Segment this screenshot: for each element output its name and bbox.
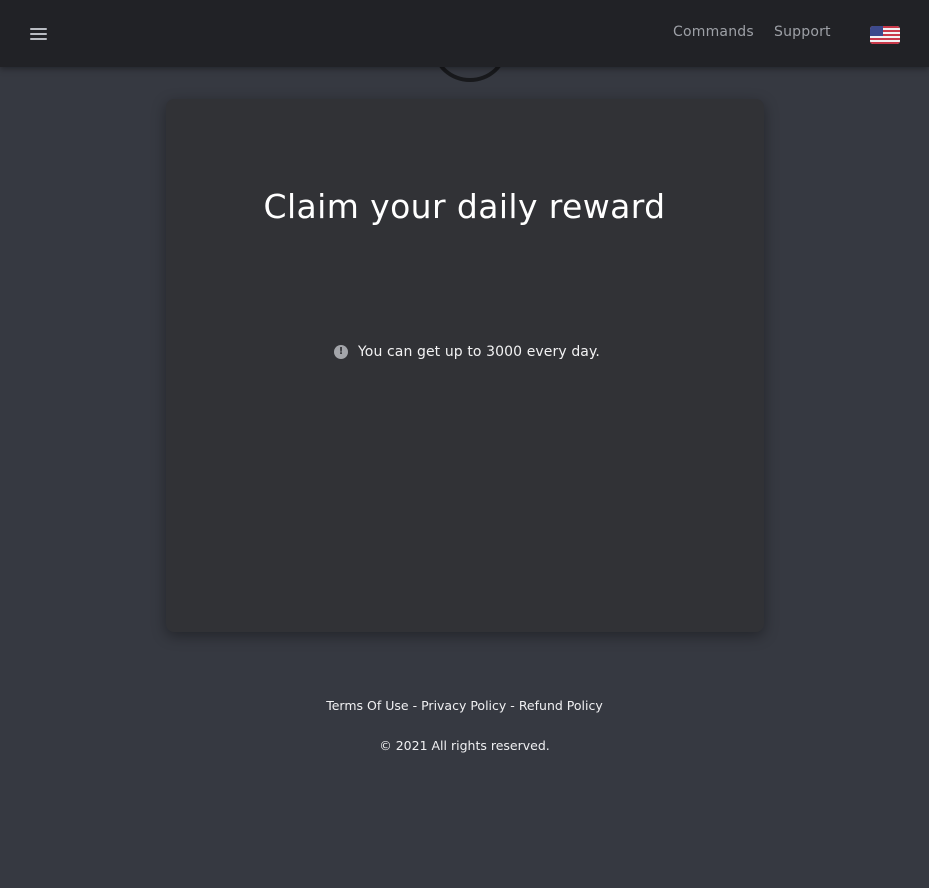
footer-link-terms[interactable]: Terms Of Use	[326, 698, 408, 713]
footer-separator: -	[510, 698, 515, 713]
footer-separator: -	[412, 698, 418, 713]
info-message: ! You can get up to 3000 every day.	[334, 343, 600, 361]
footer-link-privacy[interactable]: Privacy Policy	[421, 698, 506, 713]
footer-link-refund[interactable]: Refund Policy	[519, 698, 603, 713]
info-text: You can get up to 3000 every day.	[358, 344, 600, 360]
hamburger-menu-icon[interactable]	[28, 25, 50, 43]
exclamation-circle-icon: !	[334, 345, 348, 359]
footer-links: Terms Of Use - Privacy Policy - Refund Polic…	[0, 698, 929, 713]
copyright-text: © 2021 All rights reserved.	[379, 738, 550, 753]
page-title: Claim your daily reward	[263, 187, 666, 226]
daily-reward-card	[166, 99, 764, 632]
us-flag-icon[interactable]	[870, 26, 900, 44]
nav-link-commands[interactable]: Commands	[673, 24, 754, 40]
top-navbar: Commands Support	[0, 0, 929, 67]
nav-link-support[interactable]: Support	[774, 24, 831, 40]
